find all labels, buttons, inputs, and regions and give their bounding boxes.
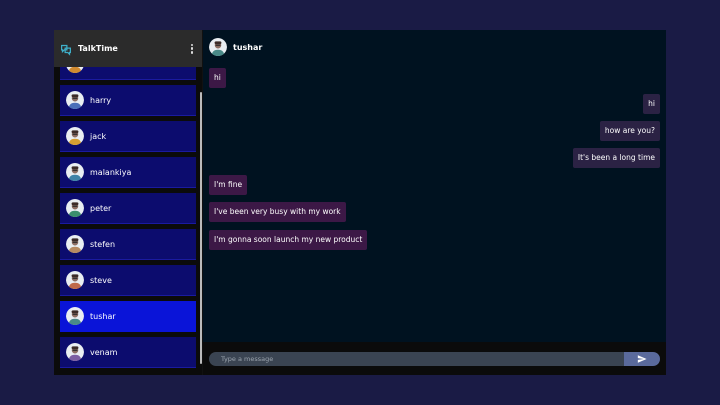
avatar — [66, 67, 84, 73]
avatar — [66, 127, 84, 145]
contact-item[interactable]: stefen — [60, 229, 196, 260]
message-composer — [203, 342, 666, 375]
avatar — [66, 343, 84, 361]
logo-icon — [61, 44, 71, 56]
contact-item[interactable]: harry — [60, 85, 196, 116]
message-bubble-outgoing: It's been a long time — [572, 148, 660, 168]
message-bubble-incoming: I'm fine — [209, 175, 248, 195]
avatar — [66, 163, 84, 181]
contact-list-inner: harry jack malankiya peter stefen steve tushar… — [60, 67, 196, 373]
contact-name: malankiya — [90, 167, 132, 177]
message-bubble-outgoing: hi — [643, 94, 660, 114]
more-vertical-icon[interactable] — [188, 42, 196, 56]
contact-item[interactable]: tushar — [60, 301, 196, 332]
contact-list[interactable]: harry jack malankiya peter stefen steve tushar… — [54, 67, 200, 375]
sidebar-header: TalkTime — [54, 30, 202, 67]
message-input[interactable] — [221, 354, 624, 363]
app-title: TalkTime — [78, 44, 118, 53]
send-button[interactable] — [624, 351, 660, 366]
message-bubble-incoming: I've been very busy with my work — [209, 202, 346, 222]
avatar — [66, 271, 84, 289]
contact-item[interactable]: steve — [60, 265, 196, 296]
chat-contact-name: tushar — [233, 42, 263, 52]
contact-item[interactable]: malankiya — [60, 157, 196, 188]
contact-name: peter — [90, 203, 112, 213]
contact-name: tushar — [90, 311, 116, 321]
avatar — [66, 307, 84, 325]
message-bubble-incoming: hi — [209, 68, 226, 88]
contact-name: venam — [90, 347, 118, 357]
chat-panel: tushar hi hi how are you? It's been a long … — [203, 30, 666, 375]
message-input-wrapper — [209, 351, 624, 366]
sidebar: TalkTime harry jack malankiya peter stefen st… — [54, 30, 203, 375]
message-bubble-incoming: I'm gonna soon launch my new product — [209, 230, 368, 250]
contact-item[interactable]: jack — [60, 121, 196, 152]
avatar — [66, 235, 84, 253]
contact-item[interactable]: venam — [60, 337, 196, 368]
avatar — [66, 199, 84, 217]
chat-contact-avatar — [209, 38, 227, 56]
chat-app-window: TalkTime harry jack malankiya peter stefen st… — [54, 30, 666, 375]
message-list: hi hi how are you? It's been a long time I'm… — [203, 64, 666, 342]
send-icon — [637, 354, 647, 363]
contact-name: steve — [90, 275, 112, 285]
contact-name: harry — [90, 95, 112, 105]
contact-list-scrollbar[interactable] — [200, 92, 202, 364]
contact-item[interactable] — [60, 67, 196, 80]
message-bubble-outgoing: how are you? — [599, 121, 660, 141]
contact-item[interactable]: peter — [60, 193, 196, 224]
contact-name: stefen — [90, 239, 116, 249]
chat-header: tushar — [203, 30, 666, 64]
contact-name: jack — [90, 131, 107, 141]
avatar — [66, 91, 84, 109]
